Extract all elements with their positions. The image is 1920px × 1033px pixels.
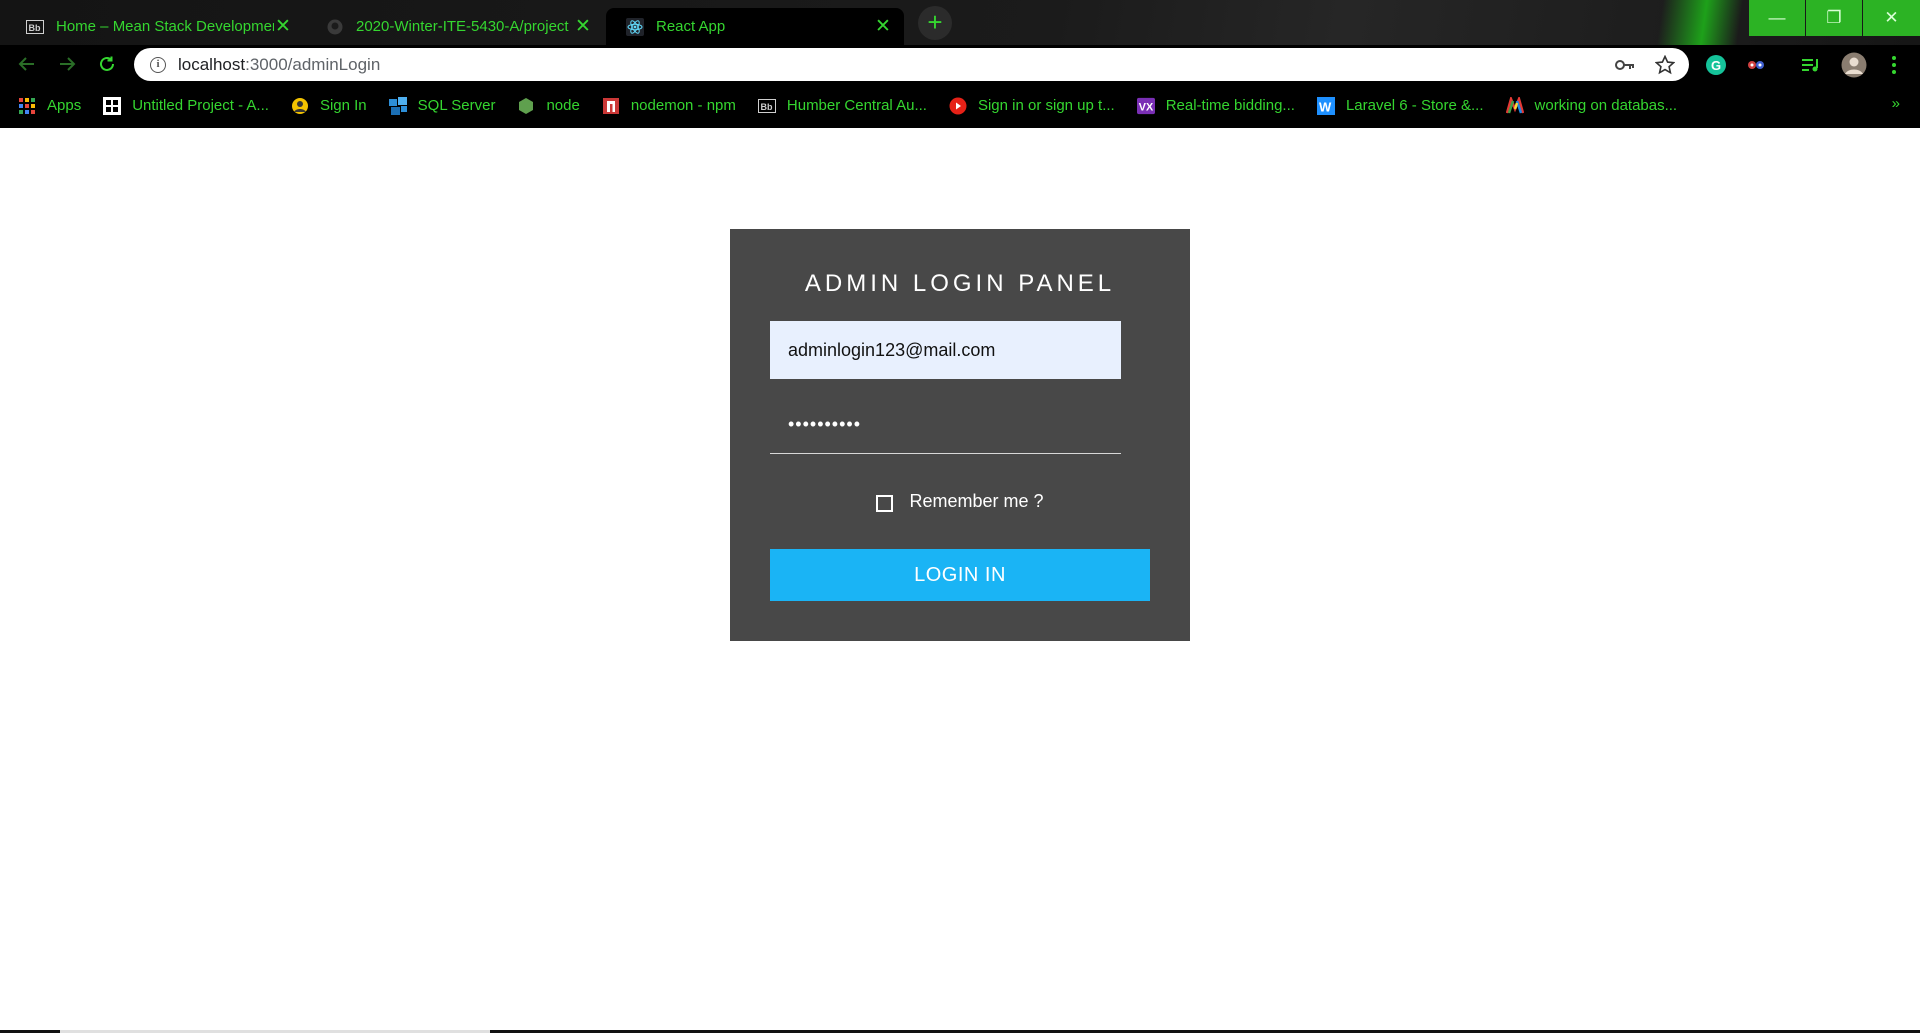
profile-avatar[interactable] (1841, 52, 1867, 78)
w-icon: W (1316, 96, 1335, 115)
youtube-icon (949, 97, 967, 115)
back-arrow-icon (18, 57, 34, 71)
bookmark-label: Humber Central Au... (786, 97, 927, 114)
key-icon[interactable] (1615, 59, 1635, 71)
bookmark-label: node (546, 97, 580, 114)
bookmark-label: nodemon - npm (630, 97, 736, 114)
bookmark-sign-in-or-sign-up[interactable]: Sign in or sign up t... (949, 97, 1115, 115)
project-icon (103, 96, 122, 115)
media-control-icon[interactable] (1800, 54, 1822, 76)
email-field[interactable] (770, 321, 1121, 379)
bookmark-label: Sign In (319, 97, 367, 114)
react-icon (626, 17, 644, 36)
close-icon[interactable]: ✕ (874, 15, 892, 38)
bookmark-label: SQL Server (417, 97, 496, 114)
blackboard-icon: Bb (757, 97, 776, 115)
tab-react-app[interactable]: React App ✕ (606, 8, 904, 45)
reload-icon (100, 56, 114, 71)
blackboard-icon: Bb (26, 19, 44, 35)
bookmark-sign-in[interactable]: Sign In (291, 97, 367, 115)
url-text[interactable]: localhost:3000/adminLogin (178, 55, 1615, 75)
sign-in-icon (291, 97, 309, 115)
wallpaper-glow (1656, 0, 1744, 45)
svg-text:Bb: Bb (760, 102, 772, 112)
bookmarks-bar: Apps Untitled Project - A... Sign In SQL… (0, 83, 1920, 128)
sql-server-icon (388, 96, 407, 115)
svg-text:Bb: Bb (29, 23, 41, 33)
login-button[interactable]: LOGIN IN (770, 549, 1150, 601)
tab-title: React App (656, 18, 726, 35)
back-button[interactable] (12, 49, 42, 79)
tab-title: Home – Mean Stack Developmen (56, 18, 274, 35)
browser-toolbar: i localhost:3000/adminLogin G (0, 45, 1920, 83)
colorful-icon (1505, 96, 1524, 115)
npm-icon (602, 97, 620, 115)
tab-home-mean-stack[interactable]: Bb Home – Mean Stack Developmen ✕ (6, 8, 304, 45)
remember-me-row: Remember me ? (730, 491, 1190, 512)
bookmark-node[interactable]: node (517, 97, 580, 115)
admin-login-panel: ADMIN LOGIN PANEL Remember me ? LOGIN IN (730, 229, 1190, 641)
github-icon (326, 19, 344, 35)
forward-button[interactable] (52, 49, 82, 79)
bookmark-label: Untitled Project - A... (132, 97, 269, 114)
bookmark-label: Apps (47, 97, 82, 114)
bookmark-untitled-project[interactable]: Untitled Project - A... (103, 96, 269, 115)
bookmark-label: working on databas... (1534, 97, 1678, 114)
extension-face-icon[interactable] (1745, 54, 1767, 76)
svg-text:G: G (1711, 58, 1721, 73)
bookmark-label: Laravel 6 - Store &... (1345, 97, 1484, 114)
bookmark-label: Real-time bidding... (1165, 97, 1295, 114)
site-info-icon[interactable]: i (150, 56, 166, 73)
bookmarks-overflow-button[interactable]: » (1892, 95, 1900, 112)
password-field[interactable] (770, 396, 1121, 454)
vx-icon: VX (1136, 97, 1155, 115)
svg-text:W: W (1319, 99, 1332, 114)
panel-title: ADMIN LOGIN PANEL (804, 270, 1116, 297)
remember-me-checkbox[interactable] (876, 494, 894, 512)
url-path: :3000/adminLogin (245, 54, 381, 74)
tab-github-project[interactable]: 2020-Winter-ITE-5430-A/project ✕ (306, 8, 604, 45)
bookmark-apps[interactable]: Apps (18, 97, 81, 115)
bookmark-nodemon-npm[interactable]: nodemon - npm (602, 97, 736, 115)
reload-button[interactable] (92, 49, 122, 79)
svg-text:VX: VX (1139, 101, 1154, 113)
close-window-button[interactable]: ✕ (1863, 0, 1920, 36)
node-icon (517, 97, 535, 115)
close-icon[interactable]: ✕ (274, 15, 292, 38)
address-bar[interactable]: i localhost:3000/adminLogin (134, 48, 1689, 81)
bookmark-label: Sign in or sign up t... (977, 97, 1115, 114)
page-content: ADMIN LOGIN PANEL Remember me ? LOGIN IN (0, 128, 1920, 1033)
bookmark-working-on-database[interactable]: working on databas... (1505, 96, 1678, 115)
tab-strip: Bb Home – Mean Stack Developmen ✕ 2020-W… (0, 0, 1920, 45)
minimize-button[interactable]: — (1749, 0, 1805, 36)
apps-grid-icon (18, 97, 36, 115)
url-host: localhost (178, 54, 246, 74)
bookmark-humber-central[interactable]: Bb Humber Central Au... (757, 97, 927, 115)
restore-button[interactable]: ❐ (1806, 0, 1862, 36)
star-icon[interactable] (1655, 54, 1675, 75)
new-tab-button[interactable]: + (918, 6, 952, 40)
remember-me-label[interactable]: Remember me ? (909, 491, 1043, 512)
close-icon[interactable]: ✕ (574, 15, 592, 38)
bookmark-laravel[interactable]: W Laravel 6 - Store &... (1316, 96, 1484, 115)
tab-title: 2020-Winter-ITE-5430-A/project (356, 18, 569, 35)
bookmark-real-time-bidding[interactable]: VX Real-time bidding... (1136, 97, 1295, 115)
bookmark-sql-server[interactable]: SQL Server (388, 96, 496, 115)
forward-arrow-icon (60, 57, 76, 71)
menu-icon[interactable] (1883, 54, 1905, 76)
grammarly-icon[interactable]: G (1705, 54, 1727, 76)
